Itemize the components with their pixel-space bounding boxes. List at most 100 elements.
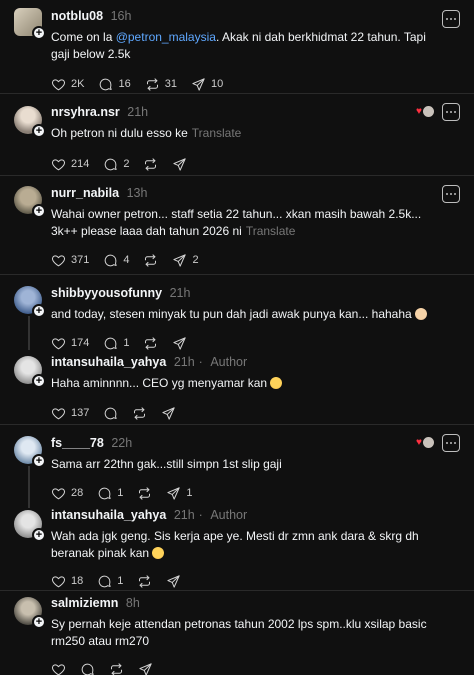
like-count: 174: [71, 337, 90, 349]
repost-icon: [109, 662, 124, 675]
reply-count: 4: [123, 254, 130, 266]
reply-button[interactable]: 2: [103, 157, 129, 172]
action-bar: 137: [51, 404, 434, 422]
follow-plus-icon[interactable]: +: [32, 204, 46, 218]
follow-plus-icon[interactable]: +: [32, 374, 46, 388]
share-button[interactable]: [172, 157, 187, 172]
mention-link[interactable]: @petron_malaysia: [116, 30, 216, 44]
post-username[interactable]: fs____78: [51, 436, 104, 450]
follow-plus-icon[interactable]: +: [32, 26, 46, 40]
repost-button[interactable]: [137, 486, 152, 501]
heart-icon: [51, 253, 66, 268]
more-options-button[interactable]: [442, 10, 460, 28]
follow-plus-icon[interactable]: +: [32, 615, 46, 629]
post-username[interactable]: nrsyhra.nsr: [51, 105, 120, 119]
share-count: 2: [192, 254, 199, 266]
like-count: 28: [71, 487, 84, 499]
thread-connector-line: [28, 466, 30, 508]
post-time: 13h: [126, 186, 148, 200]
like-button[interactable]: 137: [51, 406, 89, 421]
heart-icon: [51, 157, 66, 172]
follow-plus-icon[interactable]: +: [32, 304, 46, 318]
share-button[interactable]: [166, 574, 181, 589]
translate-link[interactable]: Translate: [192, 126, 242, 140]
post-time: 21h: [169, 286, 191, 300]
heart-icon: [51, 486, 66, 501]
avatar[interactable]: +: [14, 510, 46, 542]
reply-count: 2: [123, 158, 130, 170]
reply-button[interactable]: [103, 406, 118, 421]
avatar[interactable]: +: [14, 597, 46, 629]
post-username[interactable]: notblu08: [51, 9, 103, 23]
post-username[interactable]: intansuhaila_yahya: [51, 355, 166, 369]
avatar[interactable]: +: [14, 436, 46, 468]
action-bar: [51, 660, 434, 675]
like-button[interactable]: 174: [51, 336, 89, 351]
like-button[interactable]: 2K: [51, 77, 84, 92]
share-button[interactable]: [138, 662, 153, 675]
repost-icon: [137, 574, 152, 589]
reply-button[interactable]: 1: [97, 574, 123, 589]
repost-button[interactable]: [132, 406, 147, 421]
post-text: and today, stesen minyak tu pun dah jadi…: [51, 306, 434, 323]
like-button[interactable]: 28: [51, 486, 83, 501]
follow-plus-icon[interactable]: +: [32, 454, 46, 468]
post-username[interactable]: intansuhaila_yahya: [51, 508, 166, 522]
repost-button[interactable]: [137, 574, 152, 589]
share-button[interactable]: 10: [191, 77, 223, 92]
divider: [0, 175, 474, 176]
like-button[interactable]: 371: [51, 253, 89, 268]
reply-button[interactable]: 1: [103, 336, 129, 351]
like-button[interactable]: [51, 662, 66, 675]
avatar[interactable]: +: [14, 186, 46, 218]
repost-button[interactable]: [109, 662, 124, 675]
action-bar: 28 1 1: [51, 484, 434, 502]
reply-icon: [103, 157, 118, 172]
heart-icon: [51, 77, 66, 92]
avatar[interactable]: +: [14, 8, 46, 40]
share-icon: [172, 157, 187, 172]
reply-button[interactable]: 16: [98, 77, 131, 92]
avatar[interactable]: +: [14, 356, 46, 388]
repost-button[interactable]: 31: [145, 77, 177, 92]
post-text: Oh petron ni dulu esso ke Translate: [51, 126, 242, 140]
reply-button[interactable]: 4: [103, 253, 129, 268]
like-count: 137: [71, 407, 90, 419]
share-button[interactable]: [161, 406, 176, 421]
follow-plus-icon[interactable]: +: [32, 124, 46, 138]
repost-button[interactable]: [143, 336, 158, 351]
like-button[interactable]: 214: [51, 157, 89, 172]
like-button[interactable]: 18: [51, 574, 83, 589]
reply-icon: [103, 336, 118, 351]
post-text: Come on la @petron_malaysia. Akak ni dah…: [51, 30, 426, 61]
like-count: 214: [71, 158, 90, 170]
more-options-button[interactable]: [442, 185, 460, 203]
follow-plus-icon[interactable]: +: [32, 528, 46, 542]
translate-link[interactable]: Translate: [246, 224, 296, 238]
repost-button[interactable]: [143, 157, 158, 172]
reply-button[interactable]: 1: [97, 486, 123, 501]
share-button[interactable]: [172, 336, 187, 351]
more-icon: [442, 10, 460, 28]
more-options-button[interactable]: [442, 434, 460, 452]
reply-button[interactable]: [80, 662, 95, 675]
share-button[interactable]: 1: [166, 486, 193, 501]
repost-button[interactable]: [143, 253, 158, 268]
repost-count: 31: [164, 78, 177, 90]
repost-icon: [132, 406, 147, 421]
share-count: 1: [186, 487, 193, 499]
avatar[interactable]: +: [14, 286, 46, 318]
avatar[interactable]: +: [14, 106, 46, 138]
post-username[interactable]: shibbyyousofunny: [51, 286, 162, 300]
divider: [0, 274, 474, 275]
post-username[interactable]: salmiziemn: [51, 596, 118, 610]
share-button[interactable]: 2: [172, 253, 199, 268]
action-bar: 174 1: [51, 334, 434, 352]
heart-icon: [51, 574, 66, 589]
post-username[interactable]: nurr_nabila: [51, 186, 119, 200]
more-icon: [442, 434, 460, 452]
ok-hand-emoji: [414, 308, 427, 320]
more-options-button[interactable]: [442, 103, 460, 121]
more-icon: [442, 185, 460, 203]
thread-connector-line: [28, 316, 30, 350]
